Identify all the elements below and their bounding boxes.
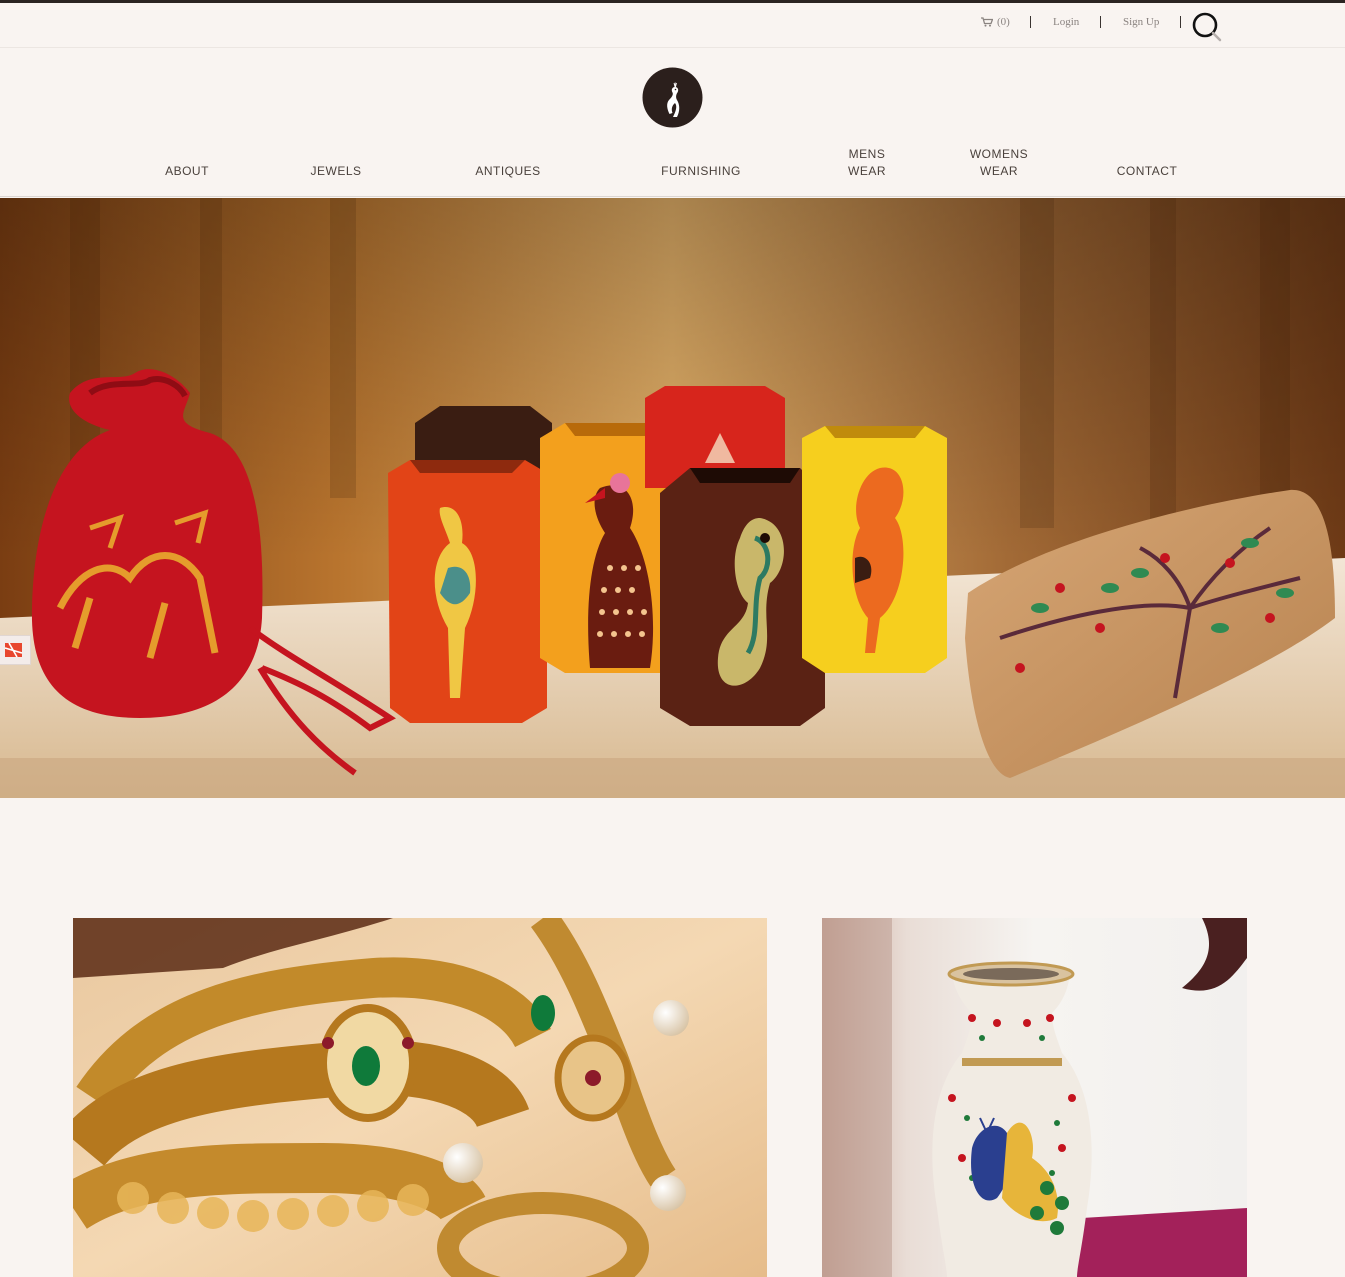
nav-mens-wear[interactable]: MENS WEAR [837,146,897,180]
nav-about[interactable]: ABOUT [150,163,224,180]
vase-image [822,918,1247,1277]
peacock-logo-icon[interactable] [642,67,703,128]
utility-separator [1030,16,1031,28]
nav-mens-line1: MENS [848,147,886,161]
utility-bar: (0) Login Sign Up [0,3,1345,48]
signup-link[interactable]: Sign Up [1123,16,1159,28]
header-divider [0,196,1345,197]
utility-separator [1180,16,1181,28]
cart-count[interactable]: (0) [997,16,1010,28]
utility-separator [1100,16,1101,28]
nav-jewels[interactable]: JEWELS [300,163,372,180]
search-icon[interactable] [1191,12,1223,44]
share-badge-graphic [4,642,23,658]
nav-mens-line2: WEAR [848,164,886,178]
nav-antiques[interactable]: ANTIQUES [466,163,550,180]
nav-contact[interactable]: CONTACT [1106,163,1188,180]
nav-womens-line2: WEAR [980,164,1018,178]
cart-icon[interactable] [981,17,993,27]
share-badge-icon[interactable] [0,635,31,665]
jewellery-image [73,918,767,1277]
antiques-feature-card[interactable] [822,918,1247,1277]
hero-image [0,198,1345,798]
nav-womens-wear[interactable]: WOMENS WEAR [959,146,1039,180]
nav-womens-line1: WOMENS [969,147,1029,161]
jewels-feature-card[interactable] [73,918,767,1277]
login-link[interactable]: Login [1053,16,1079,28]
nav-furnishing[interactable]: FURNISHING [652,163,750,180]
hero-banner [0,198,1345,798]
